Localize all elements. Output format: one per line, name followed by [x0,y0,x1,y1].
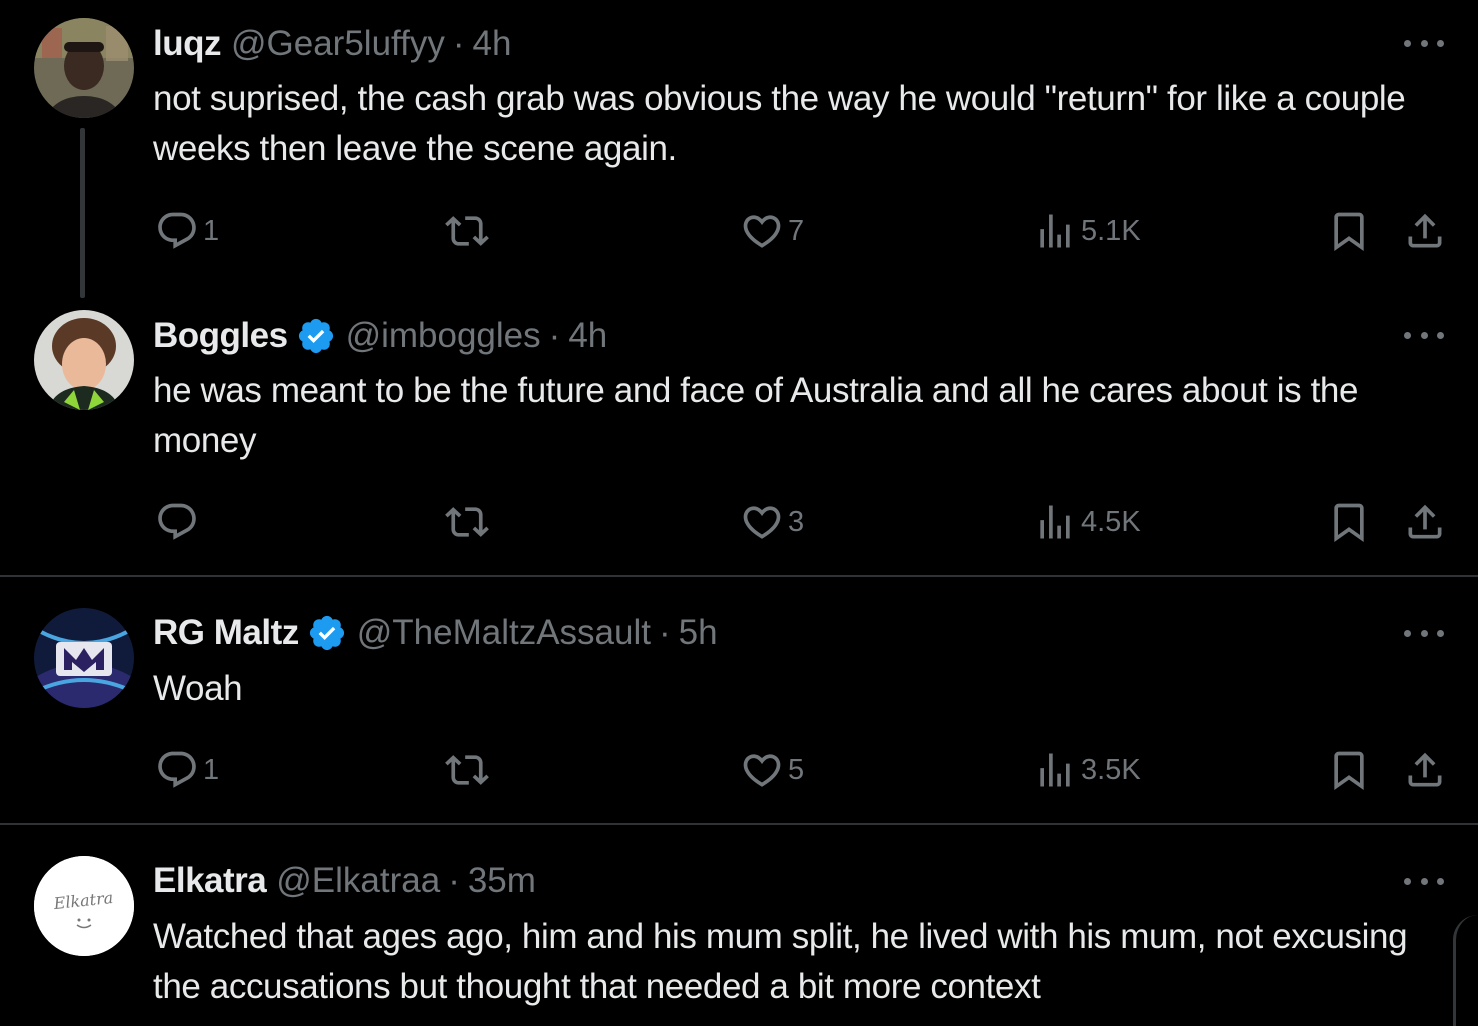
share-button[interactable] [1403,207,1447,255]
retweet-button[interactable] [445,746,489,794]
views-count: 4.5K [1081,505,1141,538]
bookmark-icon [1327,500,1371,544]
like-icon [740,748,784,792]
separator: · [448,861,460,900]
more-icon[interactable] [1404,871,1444,891]
timestamp[interactable]: 35m [468,861,536,901]
retweet-button[interactable] [445,207,489,255]
tweet-actions: 3 4.5K [0,498,1478,546]
views-icon [1033,500,1077,544]
display-name[interactable]: Boggles [153,316,288,356]
views-count: 5.1K [1081,214,1141,247]
user-handle[interactable]: @TheMaltzAssault [357,613,651,653]
separator: · [658,613,671,652]
tweet-header: luqz @Gear5luffyy · 4h [153,24,511,64]
timestamp[interactable]: 5h [679,613,718,653]
like-count: 7 [788,214,805,247]
reply-button[interactable]: 1 [155,207,219,255]
reply-button[interactable] [155,498,203,546]
share-icon [1403,748,1447,792]
like-count: 5 [788,753,805,786]
reply-icon [155,748,199,792]
avatar[interactable] [34,608,134,708]
display-name[interactable]: Elkatra [153,861,267,901]
tweet-header: RG Maltz @TheMaltzAssault · 5h [153,613,718,653]
tweet-text: Woah [153,669,243,708]
divider [0,823,1478,825]
separator: · [548,316,561,355]
timestamp[interactable]: 4h [568,316,607,356]
like-button[interactable]: 5 [740,746,804,794]
retweet-icon [445,748,489,792]
views-button[interactable]: 3.5K [1033,746,1141,794]
views-button[interactable]: 4.5K [1033,498,1141,546]
views-icon [1033,209,1077,253]
reply-icon [155,209,199,253]
more-icon[interactable] [1404,325,1444,345]
avatar[interactable]: Elkatra [34,856,134,956]
avatar[interactable] [34,310,134,410]
reply-count: 1 [203,214,220,247]
like-button[interactable]: 7 [740,207,804,255]
bookmark-button[interactable] [1327,746,1371,794]
share-button[interactable] [1403,498,1447,546]
display-name[interactable]: RG Maltz [153,613,299,653]
bookmark-button[interactable] [1327,207,1371,255]
tweet-actions: 1 5 3.5K [0,746,1478,794]
retweet-icon [445,500,489,544]
like-icon [740,209,784,253]
display-name[interactable]: luqz [153,24,221,64]
tweet-text: not suprised, the cash grab was obvious … [153,79,1406,168]
more-icon[interactable] [1404,33,1444,53]
bookmark-button[interactable] [1327,498,1371,546]
reply-count: 1 [203,753,220,786]
views-icon [1033,748,1077,792]
timestamp[interactable]: 4h [473,24,512,64]
reply-icon [155,500,199,544]
tweet-text: Watched that ages ago, him and his mum s… [153,917,1408,1006]
user-handle[interactable]: @Gear5luffyy [231,24,445,64]
avatar[interactable] [34,18,134,118]
like-count: 3 [788,505,805,538]
floating-button-edge[interactable] [1453,915,1478,1026]
tweet-header: Boggles @imboggles · 4h [153,316,607,356]
tweet-actions: 1 7 5.1K [0,207,1478,255]
tweet-header: Elkatra @Elkatraa · 35m [153,861,536,901]
verified-badge-icon[interactable] [307,613,347,653]
retweet-button[interactable] [445,498,489,546]
user-handle[interactable]: @Elkatraa [276,861,440,901]
like-button[interactable]: 3 [740,498,804,546]
like-icon [740,500,784,544]
views-count: 3.5K [1081,753,1141,786]
share-button[interactable] [1403,746,1447,794]
bookmark-icon [1327,209,1371,253]
divider [0,575,1478,577]
separator: · [452,24,465,63]
reply-button[interactable]: 1 [155,746,219,794]
bookmark-icon [1327,748,1371,792]
views-button[interactable]: 5.1K [1033,207,1141,255]
retweet-icon [445,209,489,253]
tweet-text: he was meant to be the future and face o… [153,371,1359,460]
share-icon [1403,500,1447,544]
verified-badge-icon[interactable] [296,316,336,356]
more-icon[interactable] [1404,623,1444,643]
share-icon [1403,209,1447,253]
user-handle[interactable]: @imboggles [346,316,541,356]
